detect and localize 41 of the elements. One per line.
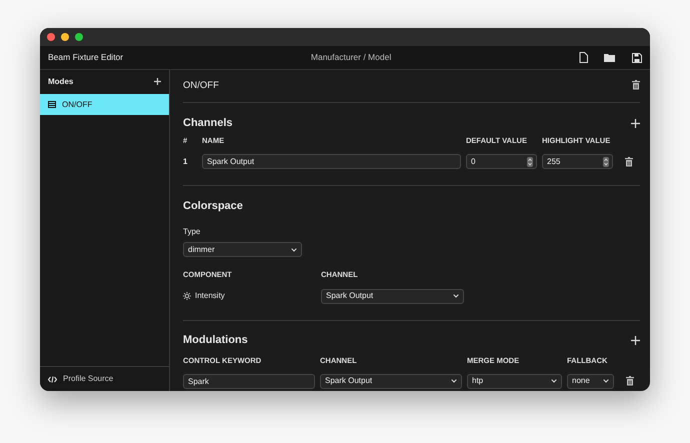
section-heading: Channels [183, 116, 233, 131]
minimize-button[interactable] [61, 33, 69, 41]
add-button[interactable] [631, 118, 640, 128]
new-file-icon[interactable] [579, 52, 588, 63]
mode-item[interactable]: ON/OFF [40, 94, 169, 115]
number-field[interactable]: 255 [542, 154, 613, 170]
zoom-button[interactable] [75, 33, 83, 41]
add-mode-button[interactable] [154, 76, 161, 88]
chevron-icon [291, 248, 297, 252]
chevron-icon [451, 379, 457, 384]
merge-mode-select[interactable]: htp [467, 374, 562, 389]
table-icon [48, 101, 56, 108]
keyword-field[interactable]: Spark [183, 374, 315, 389]
profile-source-link[interactable]: Profile Source [63, 373, 114, 385]
sun-icon [183, 292, 191, 300]
number-field[interactable]: 0 [466, 154, 537, 170]
folder-icon[interactable] [604, 53, 616, 62]
component-name: Intensity [195, 290, 225, 302]
section-heading: Colorspace [183, 199, 243, 214]
channel-select[interactable]: Spark Output [320, 374, 462, 389]
code-icon [48, 376, 57, 382]
add-button[interactable] [631, 336, 640, 345]
chevron-icon [551, 379, 557, 384]
delete-icon[interactable] [632, 80, 640, 90]
chevron-icon [453, 294, 459, 298]
sidebar-heading: Modes [48, 76, 74, 88]
fallback-select[interactable]: none [567, 374, 614, 389]
chevron-icon [603, 379, 609, 384]
close-button[interactable] [47, 33, 55, 41]
channel-select[interactable]: Spark Output [321, 288, 464, 304]
delete-icon[interactable] [626, 376, 634, 386]
field-label: Type [183, 226, 202, 238]
name-field[interactable]: Spark Output [202, 154, 461, 170]
delete-icon[interactable] [625, 156, 633, 167]
row-number: 1 [183, 156, 188, 168]
mode-title: ON/OFF [183, 78, 219, 93]
breadcrumb: Manufacturer / Model [310, 52, 392, 62]
save-icon[interactable] [632, 52, 642, 62]
app-title: Beam Fixture Editor [48, 51, 124, 64]
section-heading: Modulations [183, 333, 248, 348]
type-select[interactable]: dimmer [183, 242, 302, 258]
